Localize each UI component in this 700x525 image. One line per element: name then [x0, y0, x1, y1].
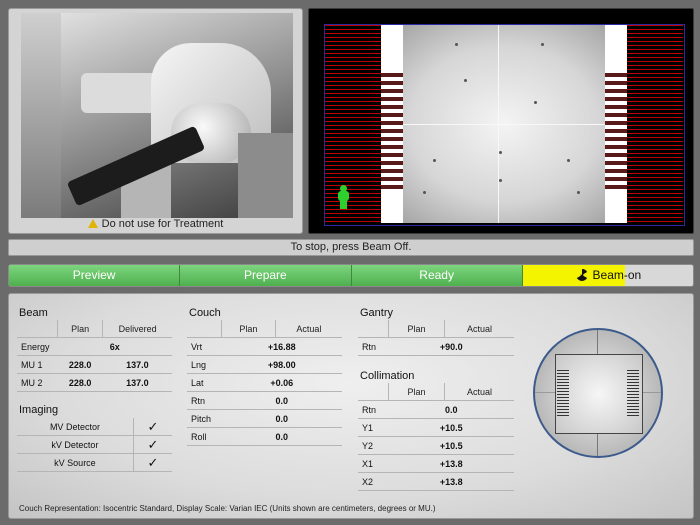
check-icon[interactable]: ✓ — [132, 453, 172, 472]
mv-image-panel — [308, 8, 694, 234]
collimation-table: Plan Actual Rtn 0.0 Y1 +10.5 Y2 +10.5 X1 +13.… — [358, 383, 514, 491]
imaging-row-kv-detector[interactable]: kV Detector ✓ — [17, 435, 172, 454]
collimation-section-title: Collimation — [360, 370, 415, 382]
imaging-table: MV Detector ✓ kV Detector ✓ kV Source ✓ — [17, 418, 172, 472]
beam-section-title: Beam — [19, 307, 48, 319]
image-frame — [324, 24, 685, 226]
room-camera-feed — [21, 13, 293, 218]
collimator-leaves-right — [627, 370, 639, 416]
step-beam-on[interactable]: Beam-on — [522, 265, 693, 286]
table-row: MU 1 228.0 137.0 — [17, 355, 172, 374]
beam-col-plan: Plan — [56, 320, 103, 338]
table-row: Y1 +10.5 — [358, 418, 514, 437]
status-message: To stop, press Beam Off. — [8, 239, 694, 256]
table-row: Vrt +16.88 — [187, 337, 342, 356]
table-row: X1 +13.8 — [358, 454, 514, 473]
table-row: MU 2 228.0 137.0 — [17, 373, 172, 392]
table-row: Lat +0.06 — [187, 373, 342, 392]
check-icon[interactable]: ✓ — [132, 418, 172, 436]
check-icon[interactable]: ✓ — [132, 435, 172, 454]
table-row: Y2 +10.5 — [358, 436, 514, 455]
table-row: X2 +13.8 — [358, 472, 514, 491]
treatment-parameters-panel: Beam Plan Delivered Energy 6x MU 1 228.0 137… — [8, 293, 694, 519]
table-row: Energy 6x — [17, 337, 172, 356]
step-prepare[interactable]: Prepare — [180, 265, 352, 286]
table-row: Rtn 0.0 — [358, 400, 514, 419]
step-beam-on-label: Beam-on — [592, 268, 642, 282]
collimator-leaves-left — [557, 370, 569, 416]
patient-orientation-icon — [337, 185, 349, 209]
table-row: Rtn +90.0 — [358, 337, 514, 356]
table-row: Rtn 0.0 — [187, 391, 342, 410]
units-footnote: Couch Representation: Isocentric Standar… — [19, 504, 436, 513]
camera-warning: Do not use for Treatment — [9, 218, 302, 232]
table-row: Lng +98.00 — [187, 355, 342, 374]
imaging-row-kv-source[interactable]: kV Source ✓ — [17, 453, 172, 472]
table-row: Pitch 0.0 — [187, 409, 342, 428]
imaging-section-title: Imaging — [19, 404, 59, 416]
beam-table: Plan Delivered Energy 6x MU 1 228.0 137.0 MU… — [17, 320, 172, 392]
beam-col-delivered: Delivered — [102, 320, 172, 338]
table-row: Roll 0.0 — [187, 427, 342, 446]
imaging-row-mv-detector[interactable]: MV Detector ✓ — [17, 418, 172, 436]
collimator-view-graphic — [533, 328, 663, 458]
camera-room-wall — [21, 13, 61, 218]
room-camera-panel: Do not use for Treatment — [8, 8, 303, 234]
gantry-section-title: Gantry — [360, 307, 394, 319]
workflow-steps: Preview Prepare Ready Beam-on — [8, 264, 694, 287]
radiation-icon — [574, 268, 589, 282]
warning-triangle-icon — [87, 219, 98, 228]
gantry-table: Plan Actual Rtn +90.0 — [358, 320, 514, 356]
step-preview[interactable]: Preview — [9, 265, 181, 286]
couch-table: Plan Actual Vrt +16.88 Lng +98.00 Lat +0.06 … — [187, 320, 342, 446]
step-ready[interactable]: Ready — [351, 265, 523, 286]
camera-warning-text: Do not use for Treatment — [101, 218, 224, 230]
camera-cabinet — [238, 133, 293, 218]
couch-section-title: Couch — [189, 307, 221, 319]
